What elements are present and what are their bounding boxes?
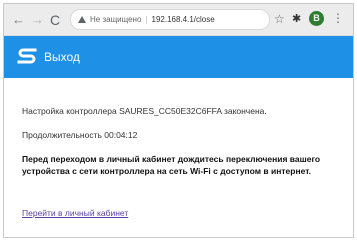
- setup-complete-message: Настройка контроллера SAURES_CC50E32C6FF…: [22, 106, 267, 116]
- address-separator: |: [145, 15, 148, 24]
- browser-menu-icon[interactable]: ⋮: [332, 11, 344, 25]
- browser-window: ← → C Не защищено | 192.168.4.1/close ☆ …: [3, 3, 354, 238]
- extensions-puzzle-icon[interactable]: ✱: [292, 12, 301, 26]
- duration-text: Продолжительность 00:04:12: [22, 130, 138, 140]
- not-secure-warning-icon[interactable]: [78, 16, 86, 23]
- reconnect-warning: Перед переходом в личный кабинет дождите…: [22, 154, 321, 176]
- saures-logo-icon: [17, 48, 37, 64]
- page-header: Выход: [4, 36, 353, 78]
- url-text[interactable]: 192.168.4.1/close: [152, 15, 215, 24]
- page-title: Выход: [44, 50, 80, 64]
- reload-icon[interactable]: C: [50, 12, 60, 28]
- back-arrow-icon[interactable]: ←: [12, 12, 25, 28]
- address-bar[interactable]: Не защищено | 192.168.4.1/close: [70, 9, 270, 30]
- browser-toolbar: ← → C Не защищено | 192.168.4.1/close ☆ …: [4, 4, 353, 36]
- bookmark-star-icon[interactable]: ☆: [274, 12, 285, 26]
- profile-avatar[interactable]: В: [309, 11, 324, 26]
- security-label: Не защищено: [90, 15, 142, 24]
- personal-account-link[interactable]: Перейти в личный кабинет: [22, 208, 128, 219]
- forward-arrow-icon[interactable]: →: [31, 12, 44, 28]
